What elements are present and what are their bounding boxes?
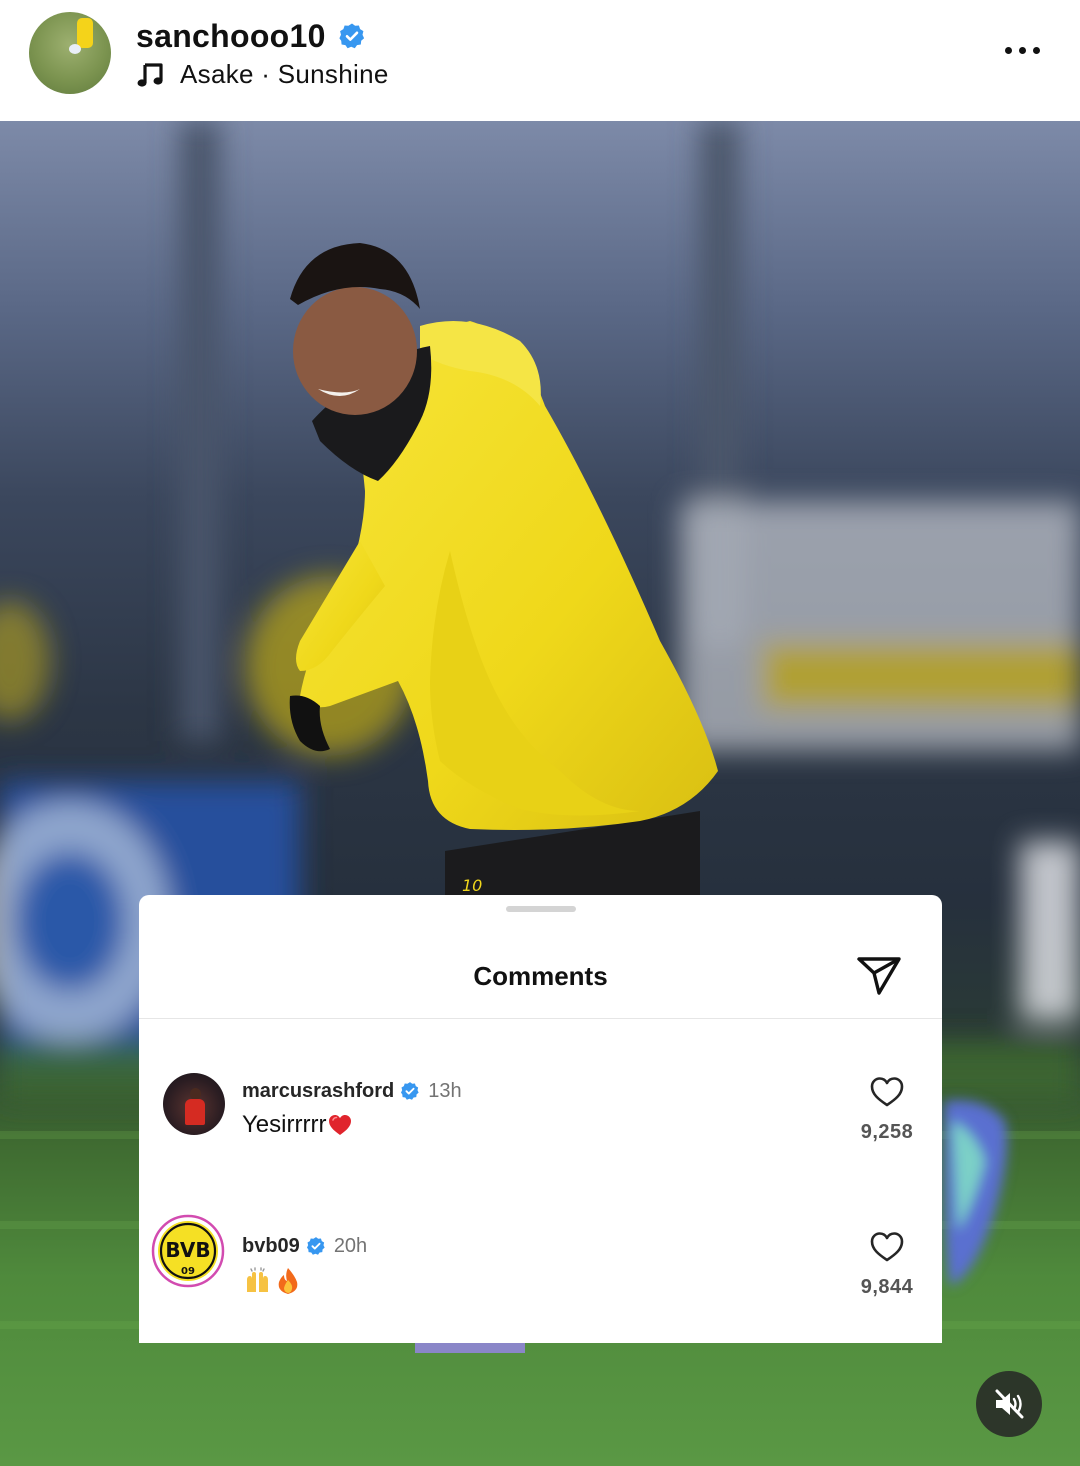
- audio-label: Asake · Sunshine: [180, 58, 389, 89]
- bvb-logo-text: BVB: [165, 1238, 210, 1262]
- more-options-icon: [1018, 46, 1026, 54]
- comment-username[interactable]: marcusrashford: [242, 1080, 394, 1103]
- red-heart-icon: [329, 1115, 352, 1135]
- share-send-icon: [857, 957, 901, 995]
- heart-outline-icon: [870, 1232, 904, 1262]
- verified-badge-icon: [401, 1082, 419, 1100]
- comment-time: 20h: [333, 1234, 368, 1257]
- more-options-icon: [1032, 46, 1040, 54]
- avatar-ball: [69, 44, 81, 54]
- commenter-avatar[interactable]: [163, 1073, 225, 1135]
- comment-username[interactable]: bvb09: [242, 1235, 300, 1258]
- svg-text:10: 10: [462, 876, 482, 895]
- username-row: sanchooo10: [136, 16, 366, 56]
- comment-header: bvb09 20h: [242, 1232, 367, 1260]
- audio-row[interactable]: Asake · Sunshine: [136, 56, 389, 92]
- comment-time: 13h: [428, 1079, 462, 1102]
- like-button[interactable]: [869, 1230, 905, 1264]
- profile-avatar[interactable]: [29, 12, 111, 94]
- music-note-icon: [137, 63, 163, 87]
- drag-handle[interactable]: [506, 906, 576, 912]
- verified-badge-icon: [339, 23, 364, 49]
- more-options-button[interactable]: [992, 34, 1052, 66]
- post-username[interactable]: sanchooo10: [136, 18, 326, 55]
- raising-hands-icon: [247, 1267, 268, 1292]
- avatar-figure: [77, 18, 93, 48]
- like-count: 9,258: [860, 1121, 914, 1143]
- speaker-muted-icon: [995, 1389, 1024, 1419]
- share-button[interactable]: [855, 953, 905, 997]
- commenter-avatar[interactable]: BVB 09: [151, 1214, 225, 1288]
- post-header: sanchooo10 Asake · Sunshine: [0, 0, 1080, 121]
- comment-item: marcusrashford 13h Yesirrrrr 9,258: [139, 1049, 942, 1189]
- verified-badge-icon: [306, 1237, 325, 1255]
- player-figure: 10: [289, 243, 718, 901]
- bvb-logo: BVB 09: [151, 1214, 225, 1288]
- fire-icon: [278, 1268, 298, 1294]
- comment-header: marcusrashford 13h: [242, 1077, 462, 1105]
- avatar-shirt: [185, 1099, 205, 1125]
- comment-item: BVB 09 bvb09 20h 9,844: [139, 1204, 942, 1343]
- comment-body: Yesirrrrr: [242, 1111, 327, 1138]
- heart-outline-icon: [870, 1077, 904, 1107]
- bvb-logo-number: 09: [181, 1266, 195, 1277]
- like-button[interactable]: [869, 1075, 905, 1109]
- sheet-divider: [139, 1018, 942, 1019]
- comment-text: Yesirrrrr: [242, 1111, 353, 1139]
- more-options-icon: [1004, 46, 1012, 54]
- mute-button[interactable]: [976, 1371, 1042, 1437]
- comments-sheet: Comments marcusrashford 13h Yesirrrrr 9,…: [139, 895, 942, 1343]
- comments-title: Comments: [473, 961, 608, 991]
- comment-text: [242, 1266, 301, 1296]
- like-count: 9,844: [860, 1276, 914, 1298]
